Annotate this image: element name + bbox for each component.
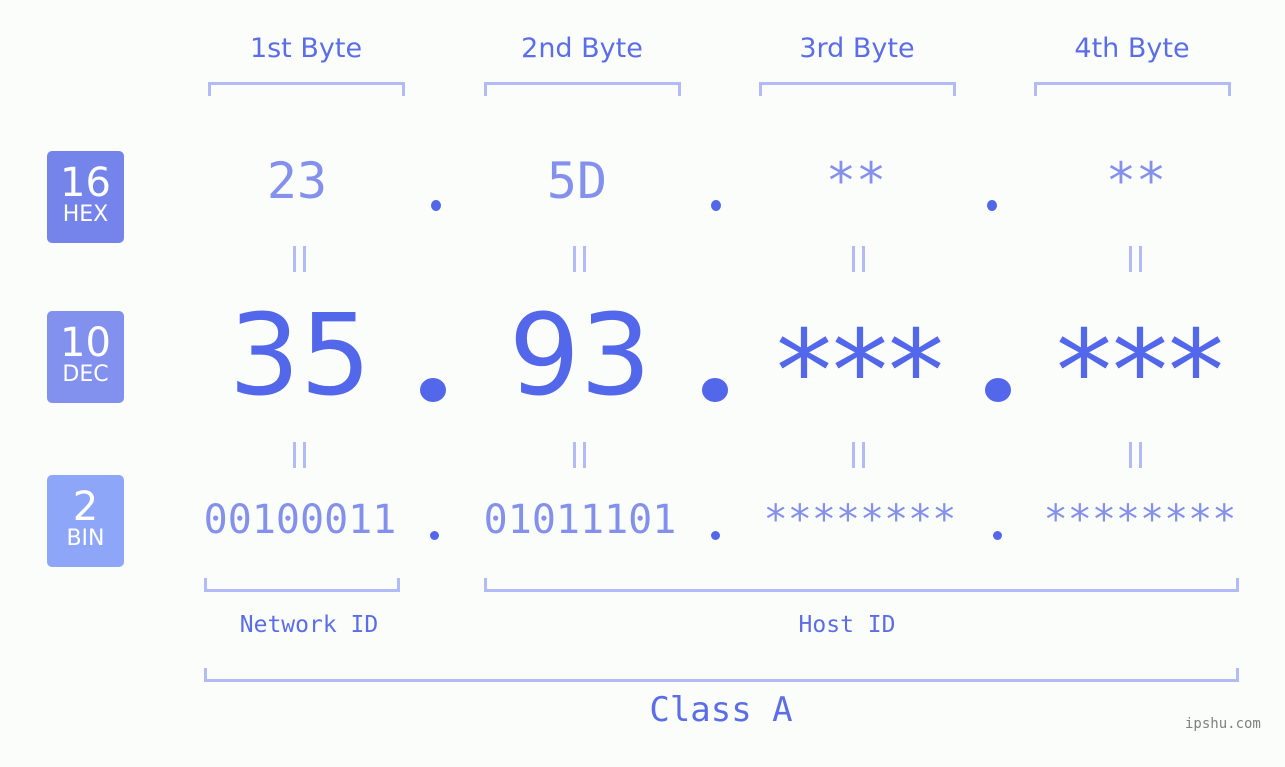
byte-bracket-3 <box>759 82 956 96</box>
hex-label: HEX <box>62 202 109 227</box>
equals-hex-dec-4 <box>1116 240 1156 285</box>
watermark: ipshu.com <box>1185 716 1261 732</box>
dec-separator-1 <box>420 378 446 402</box>
dec-badge: 10 DEC <box>47 311 124 403</box>
class-bracket <box>204 668 1239 682</box>
equals-dec-bin-4 <box>1116 436 1156 481</box>
bin-byte-4: ******** <box>1043 497 1237 543</box>
dec-byte-3: *** <box>776 307 944 437</box>
equals-hex-dec-3 <box>839 240 879 285</box>
bin-label: BIN <box>66 526 105 551</box>
equals-dec-bin-1 <box>280 436 320 481</box>
bin-badge: 2 BIN <box>47 475 124 567</box>
bin-byte-3: ******** <box>763 497 957 543</box>
host-id-label: Host ID <box>798 612 896 638</box>
bin-separator-3 <box>993 531 1002 540</box>
equals-hex-dec-2 <box>560 240 600 285</box>
dec-label: DEC <box>62 362 109 387</box>
byte-bracket-1 <box>208 82 405 96</box>
hex-separator-3 <box>987 200 997 211</box>
hex-byte-3: ** <box>825 152 887 210</box>
bin-separator-2 <box>711 531 720 540</box>
dec-byte-4: *** <box>1056 307 1224 437</box>
equals-hex-dec-1 <box>280 240 320 285</box>
byte-header-1: 1st Byte <box>249 33 363 64</box>
equals-dec-bin-2 <box>560 436 600 481</box>
byte-header-2: 2nd Byte <box>521 33 643 64</box>
network-id-label: Network ID <box>239 612 379 638</box>
hex-separator-2 <box>711 200 721 211</box>
dec-byte-2: 93 <box>508 291 652 421</box>
hex-byte-2: 5D <box>546 152 608 210</box>
equals-dec-bin-3 <box>839 436 879 481</box>
class-label: Class A <box>649 690 793 730</box>
hex-base: 16 <box>60 160 111 206</box>
byte-bracket-2 <box>484 82 681 96</box>
hex-badge: 16 HEX <box>47 151 124 243</box>
bin-separator-1 <box>430 531 439 540</box>
dec-byte-1: 35 <box>228 291 372 421</box>
byte-header-4: 4th Byte <box>1074 33 1190 64</box>
hex-byte-4: ** <box>1105 152 1167 210</box>
host-id-bracket <box>484 578 1239 592</box>
dec-separator-3 <box>985 378 1011 402</box>
bin-byte-1: 00100011 <box>203 497 397 543</box>
bin-base: 2 <box>72 484 99 530</box>
network-id-bracket <box>204 578 400 592</box>
byte-header-3: 3rd Byte <box>799 33 915 64</box>
dec-separator-2 <box>702 378 728 402</box>
byte-bracket-4 <box>1034 82 1231 96</box>
hex-separator-1 <box>431 200 441 211</box>
hex-byte-1: 23 <box>266 152 328 210</box>
dec-base: 10 <box>60 320 111 366</box>
bin-byte-2: 01011101 <box>483 497 677 543</box>
